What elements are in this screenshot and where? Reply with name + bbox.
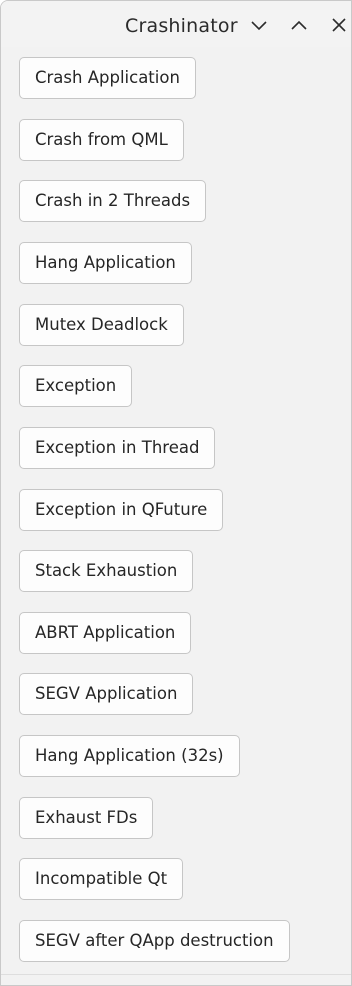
chevron-up-icon xyxy=(291,20,307,30)
hang-application-32s-button[interactable]: Hang Application (32s) xyxy=(19,735,240,777)
window-bottom-edge xyxy=(1,974,351,985)
exception-in-thread-button[interactable]: Exception in Thread xyxy=(19,427,216,469)
list-item: Exhaust FDs xyxy=(19,797,154,839)
list-item: Stack Exhaustion xyxy=(19,550,194,592)
list-item: Crash in 2 Threads xyxy=(19,180,207,222)
maximize-button[interactable] xyxy=(286,14,312,36)
app-window: Crashinator Crash Application Crash from xyxy=(0,0,352,986)
list-item: Hang Application xyxy=(19,242,192,284)
incompatible-qt-button[interactable]: Incompatible Qt xyxy=(19,858,184,900)
stack-exhaustion-button[interactable]: Stack Exhaustion xyxy=(19,550,194,592)
exception-button[interactable]: Exception xyxy=(19,365,133,407)
abrt-application-button[interactable]: ABRT Application xyxy=(19,612,192,654)
button-panel: Crash Application Crash from QML Crash i… xyxy=(1,47,351,985)
close-icon xyxy=(332,18,346,32)
segv-after-qapp-destruction-button[interactable]: SEGV after QApp destruction xyxy=(19,920,290,962)
list-item: Crash Application xyxy=(19,57,196,99)
list-item: Exception in Thread xyxy=(19,427,216,469)
minimize-button[interactable] xyxy=(246,14,272,36)
list-item: Exception xyxy=(19,365,133,407)
crash-application-button[interactable]: Crash Application xyxy=(19,57,196,99)
list-item: SEGV after QApp destruction xyxy=(19,920,290,962)
window-title: Crashinator xyxy=(125,15,238,37)
title-bar[interactable]: Crashinator xyxy=(1,1,351,47)
list-item: SEGV Application xyxy=(19,673,194,715)
crash-in-2-threads-button[interactable]: Crash in 2 Threads xyxy=(19,180,207,222)
crash-from-qml-button[interactable]: Crash from QML xyxy=(19,119,184,161)
list-item: Mutex Deadlock xyxy=(19,304,184,346)
hang-application-button[interactable]: Hang Application xyxy=(19,242,192,284)
chevron-down-icon xyxy=(251,21,267,31)
list-item: Hang Application (32s) xyxy=(19,735,240,777)
mutex-deadlock-button[interactable]: Mutex Deadlock xyxy=(19,304,184,346)
list-item: Exception in QFuture xyxy=(19,489,224,531)
list-item: Incompatible Qt xyxy=(19,858,184,900)
segv-application-button[interactable]: SEGV Application xyxy=(19,673,194,715)
close-button[interactable] xyxy=(326,14,351,36)
list-item: Crash from QML xyxy=(19,119,184,161)
exhaust-fds-button[interactable]: Exhaust FDs xyxy=(19,797,154,839)
exception-in-qfuture-button[interactable]: Exception in QFuture xyxy=(19,489,224,531)
list-item: ABRT Application xyxy=(19,612,192,654)
